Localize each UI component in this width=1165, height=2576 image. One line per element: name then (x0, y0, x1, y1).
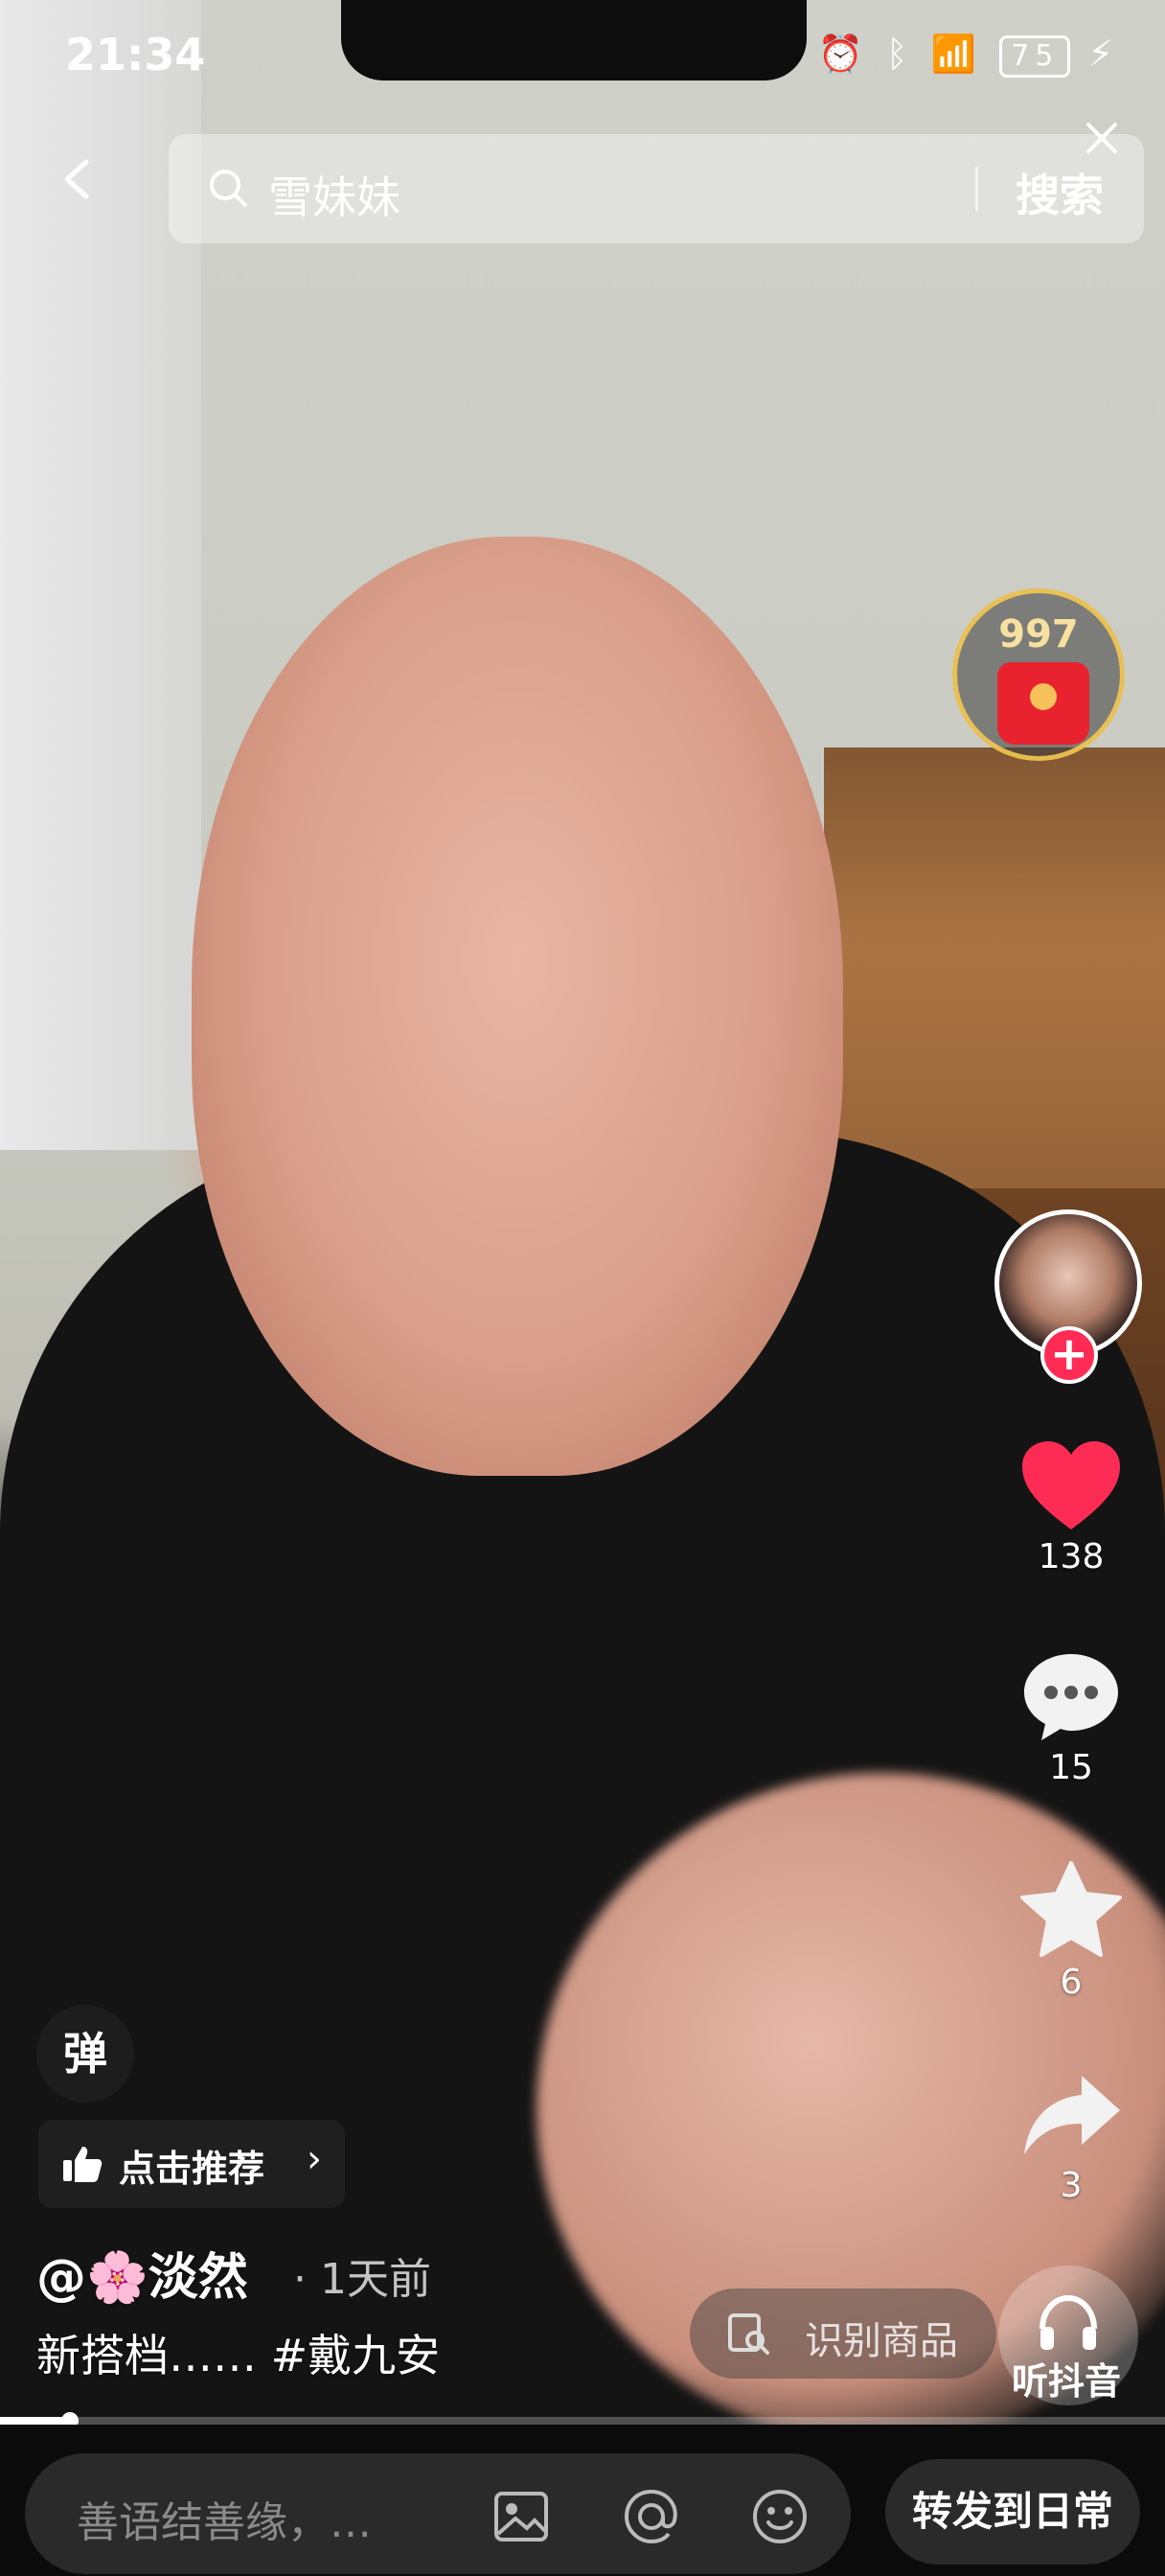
search-bar[interactable]: 雪妹妹 搜索 (169, 134, 1144, 243)
listen-douyin-label: 听抖音 (1012, 2360, 1122, 2403)
shopping-scan-icon (728, 2313, 769, 2355)
comment-input[interactable]: 善语结善缘，… (25, 2453, 851, 2574)
bottom-bar: 善语结善缘，… 转发到日常 (0, 2425, 1165, 2576)
favorite-button[interactable]: 6 (1004, 1859, 1138, 2002)
search-divider (975, 167, 978, 211)
comment-icon (1024, 1654, 1118, 1740)
thumbs-up-icon (63, 2147, 103, 2182)
bluetooth-icon: ᛒ (885, 33, 914, 75)
recommend-button[interactable]: 点击推荐 › (38, 2120, 345, 2208)
share-button[interactable]: 3 (1004, 2066, 1138, 2205)
charging-icon: ⚡ (1087, 33, 1119, 75)
video-screen[interactable]: 21:34 ⏰ ᛒ 📶 75 ⚡ 雪妹妹 搜索 997 + 138 15 6 3… (0, 0, 1165, 2576)
progress-fill (0, 2417, 70, 2425)
video-caption[interactable]: 新搭档…… #戴九安 (36, 2321, 440, 2384)
wifi-icon: 📶 (930, 33, 983, 75)
favorite-count: 6 (1060, 1963, 1083, 2002)
identify-product-button[interactable]: 识别商品 (690, 2288, 996, 2379)
search-input[interactable]: 雪妹妹 (268, 163, 400, 226)
gift-count: 997 (998, 612, 1079, 656)
identify-product-label: 识别商品 (805, 2319, 958, 2363)
follow-button[interactable]: + (1040, 1326, 1098, 1384)
comment-count: 15 (1049, 1748, 1093, 1787)
share-icon (1024, 2076, 1120, 2154)
recommend-label: 点击推荐 (119, 2148, 265, 2190)
battery-icon: 75 (999, 34, 1071, 78)
like-count: 138 (1038, 1537, 1105, 1576)
comment-placeholder: 善语结善缘，… (77, 2498, 372, 2547)
like-button[interactable]: 138 (1004, 1438, 1138, 1576)
gift-button[interactable]: 997 (952, 588, 1125, 761)
gift-icon (997, 662, 1089, 745)
danmu-toggle-button[interactable]: 弹 (36, 2005, 134, 2103)
video-progress-bar[interactable] (0, 2412, 1165, 2429)
image-icon[interactable] (491, 2486, 552, 2547)
status-time: 21:34 (65, 29, 206, 80)
camera-notch (341, 0, 807, 80)
alarm-icon: ⏰ (817, 33, 869, 75)
emoji-icon[interactable] (749, 2486, 811, 2547)
search-icon (210, 170, 247, 207)
chevron-right-icon: › (307, 2137, 322, 2181)
share-count: 3 (1060, 2166, 1083, 2205)
person-face (192, 537, 843, 1476)
share-to-daily-button[interactable]: 转发到日常 (885, 2459, 1140, 2564)
search-button[interactable]: 搜索 (1016, 161, 1104, 224)
status-icons: ⏰ ᛒ 📶 75 ⚡ (817, 33, 1119, 78)
comment-button[interactable]: 15 (1004, 1648, 1138, 1787)
clear-icon[interactable] (1085, 121, 1119, 155)
star-icon (1020, 1861, 1122, 1957)
at-icon[interactable] (621, 2486, 682, 2547)
author-name[interactable]: @🌸淡然 (36, 2237, 248, 2309)
status-bar: 21:34 ⏰ ᛒ 📶 75 ⚡ (0, 0, 1165, 115)
post-time: · 1天前 (293, 2255, 431, 2304)
back-icon[interactable] (57, 158, 100, 200)
heart-icon (1022, 1441, 1120, 1530)
headphones-icon (1039, 2294, 1097, 2350)
